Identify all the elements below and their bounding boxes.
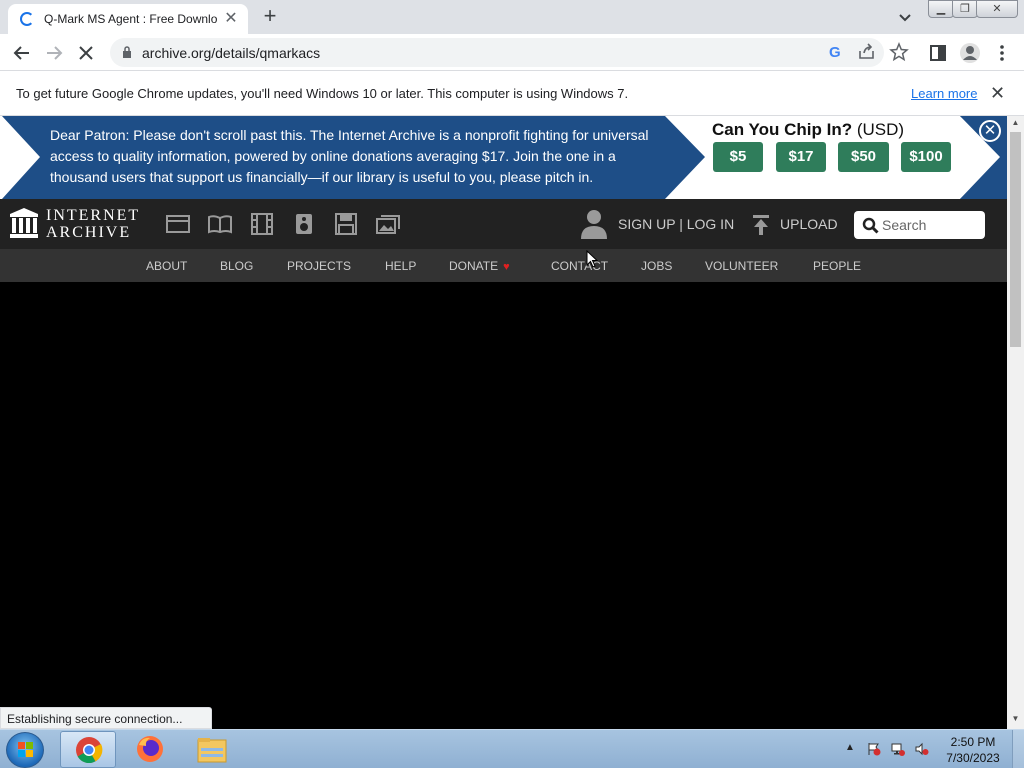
nav-help[interactable]: HELP [385, 259, 416, 273]
chip-in-currency: (USD) [856, 120, 905, 139]
taskbar-chrome-button[interactable] [60, 731, 116, 768]
heart-icon: ♥ [503, 261, 510, 273]
clock-date: 7/30/2023 [946, 751, 1000, 765]
taskbar-explorer-button[interactable] [184, 731, 240, 768]
images-picture-icon[interactable] [375, 213, 401, 235]
forward-button[interactable] [43, 42, 65, 64]
loading-spinner-icon [20, 12, 34, 26]
nav-volunteer[interactable]: VOLUNTEER [705, 259, 778, 273]
donate-amount-50-button[interactable]: $50 [838, 142, 889, 172]
action-center-flag-icon[interactable] [867, 742, 881, 756]
mouse-cursor-icon [586, 250, 598, 268]
tray-expand-arrow-icon[interactable]: ▲ [845, 742, 859, 756]
firefox-icon [137, 736, 163, 762]
ia-logo-line1: INTERNET [46, 207, 141, 224]
donate-amount-100-button[interactable]: $100 [901, 142, 951, 172]
search-input[interactable] [882, 216, 978, 234]
nav-projects[interactable]: PROJECTS [287, 259, 351, 273]
nav-about[interactable]: ABOUT [146, 259, 187, 273]
scroll-up-arrow-icon[interactable]: ▲ [1007, 116, 1024, 130]
software-floppy-icon[interactable] [333, 213, 359, 235]
tab-strip: Q-Mark MS Agent : Free Downlo ✕ + ▁ ❐ ✕ [0, 0, 1024, 34]
learn-more-link[interactable]: Learn more [911, 86, 977, 101]
update-infobar: To get future Google Chrome updates, you… [0, 71, 1024, 116]
svg-text:G: G [829, 44, 841, 61]
ia-nav-bar: ABOUT BLOG PROJECTS HELP DONATE ♥ CONTACT… [0, 249, 1007, 282]
upload-arrow-icon[interactable] [751, 214, 771, 236]
menu-kebab-icon[interactable] [991, 42, 1013, 64]
chip-in-title: Can You Chip In? (USD) [712, 120, 904, 140]
share-icon[interactable] [856, 41, 878, 63]
donation-banner: Dear Patron: Please don't scroll past th… [0, 116, 1007, 199]
minimize-button[interactable]: ▁ [928, 0, 954, 18]
taskbar-firefox-button[interactable] [122, 731, 178, 768]
signup-login-link[interactable]: SIGN UP | LOG IN [618, 216, 734, 232]
scroll-down-arrow-icon[interactable]: ▼ [1007, 712, 1024, 726]
windows-taskbar: ▲ 2:50 PM 7/30/2023 [0, 729, 1024, 768]
nav-jobs[interactable]: JOBS [641, 259, 672, 273]
donate-amount-17-button[interactable]: $17 [776, 142, 826, 172]
chip-in-heading: Can You Chip In? [712, 120, 853, 139]
scroll-thumb[interactable] [1010, 132, 1021, 347]
browser-tab[interactable]: Q-Mark MS Agent : Free Downlo ✕ [8, 4, 248, 34]
nav-contact[interactable]: CONTACT [551, 259, 608, 273]
network-icon[interactable] [891, 742, 905, 756]
profile-avatar-icon[interactable] [959, 42, 981, 64]
chrome-icon [76, 737, 103, 764]
nav-blog[interactable]: BLOG [220, 259, 253, 273]
ia-logo-line2: ARCHIVE [46, 224, 132, 241]
ia-top-header: INTERNET ARCHIVE SIGN UP | LOG IN UPLOAD… [0, 199, 1007, 249]
windows-logo-icon [18, 742, 33, 757]
side-panel-icon[interactable] [927, 42, 949, 64]
banner-message: Dear Patron: Please don't scroll past th… [50, 127, 649, 185]
page-scrollbar[interactable]: ▲ ▼ [1007, 116, 1024, 729]
ia-logo-text[interactable]: INTERNET ARCHIVE [46, 207, 140, 241]
nav-donate-label: DONATE [449, 259, 499, 273]
system-clock[interactable]: 2:50 PM 7/30/2023 [940, 734, 1006, 766]
donate-amount-5-button[interactable]: $5 [713, 142, 763, 172]
stop-loading-button[interactable] [75, 42, 97, 64]
back-button[interactable] [11, 42, 33, 64]
show-desktop-button[interactable] [1012, 730, 1024, 768]
tab-title: Q-Mark MS Agent : Free Downlo [44, 12, 218, 26]
browser-toolbar: archive.org/details/qmarkacs G [0, 34, 1024, 71]
google-lens-icon[interactable]: G [824, 41, 846, 63]
ia-search-box[interactable] [854, 211, 985, 239]
lock-icon [123, 46, 131, 58]
user-avatar-icon[interactable] [580, 208, 608, 240]
texts-book-icon[interactable] [207, 213, 233, 235]
status-bubble: Establishing secure connection... [0, 707, 212, 729]
tab-search-chevron-icon[interactable] [896, 8, 914, 26]
bookmark-star-icon[interactable] [888, 41, 910, 63]
web-icon[interactable] [165, 213, 191, 235]
video-film-icon[interactable] [249, 213, 275, 235]
ia-logo-building-icon[interactable] [10, 208, 38, 238]
nav-people[interactable]: PEOPLE [813, 259, 861, 273]
infobar-message: To get future Google Chrome updates, you… [16, 86, 629, 101]
address-bar[interactable]: archive.org/details/qmarkacs G [110, 38, 909, 67]
clock-time: 2:50 PM [950, 735, 996, 749]
restore-button[interactable]: ❐ [952, 0, 978, 18]
folder-icon [197, 738, 227, 763]
tab-close-button[interactable]: ✕ [222, 11, 240, 27]
url-text: archive.org/details/qmarkacs [142, 45, 321, 61]
infobar-close-button[interactable]: ✕ [990, 83, 1005, 104]
start-button[interactable] [6, 732, 44, 768]
window-close-button[interactable]: ✕ [976, 0, 1018, 18]
search-icon [862, 217, 879, 234]
upload-link[interactable]: UPLOAD [780, 216, 838, 232]
page-viewport: Dear Patron: Please don't scroll past th… [0, 116, 1007, 729]
nav-donate[interactable]: DONATE ♥ [449, 259, 510, 273]
new-tab-button[interactable]: + [259, 5, 281, 28]
volume-muted-icon[interactable] [915, 742, 929, 756]
audio-speaker-icon[interactable] [291, 213, 317, 235]
banner-close-button[interactable]: ✕ [979, 120, 1001, 142]
